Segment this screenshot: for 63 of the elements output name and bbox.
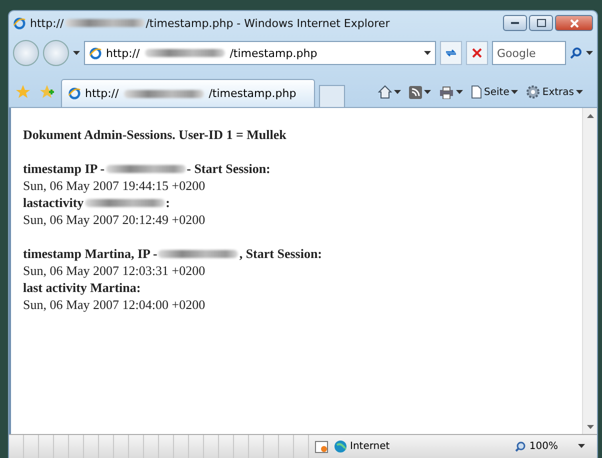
page-text: Sun, 06 May 2007 12:03:31 +0200	[23, 262, 206, 279]
recent-pages-caret-icon	[73, 50, 80, 56]
page-text: , Start Session:	[239, 245, 322, 262]
page-text: - Start Session:	[186, 160, 270, 177]
favorites-star-icon[interactable]	[16, 85, 30, 99]
caret-icon	[424, 50, 431, 56]
browser-tab[interactable]: http:// /timestamp.php	[61, 79, 315, 107]
title-text: http://	[30, 16, 64, 30]
minimize-button[interactable]	[503, 15, 527, 31]
maximize-icon	[536, 19, 546, 27]
print-button[interactable]	[439, 86, 464, 98]
refresh-icon	[445, 48, 457, 58]
page-text: :	[166, 194, 170, 211]
title-text: /timestamp.php - Windows Internet Explorer	[146, 16, 390, 30]
printer-icon	[439, 86, 454, 98]
caret-icon	[394, 90, 402, 94]
zoom-button[interactable]: 100%	[511, 441, 589, 452]
page-text: Sun, 06 May 2007 12:04:00 +0200	[23, 296, 206, 313]
page-text: timestamp IP -	[23, 160, 105, 177]
close-button[interactable]	[555, 15, 593, 31]
home-button[interactable]	[378, 85, 402, 99]
gear-icon	[526, 85, 540, 99]
address-text: /timestamp.php	[230, 46, 318, 60]
tab-title: http://	[85, 87, 119, 100]
page-icon	[471, 85, 482, 99]
zone-status: Internet	[334, 440, 390, 453]
feed-button[interactable]	[409, 86, 432, 98]
page-text: timestamp Martina, IP -	[23, 245, 158, 262]
tab-title: /timestamp.php	[208, 87, 296, 100]
scrollbar[interactable]	[582, 108, 597, 434]
close-icon	[570, 18, 578, 28]
caret-icon	[576, 90, 583, 94]
caret-icon	[424, 90, 432, 94]
search-field[interactable]: Google	[492, 41, 566, 65]
stop-button[interactable]	[466, 41, 488, 65]
page-text: last activity Martina:	[23, 279, 141, 296]
caret-icon	[456, 90, 464, 94]
stop-icon	[472, 48, 482, 58]
browser-logo-icon	[13, 16, 26, 30]
scroll-up-icon[interactable]	[586, 114, 594, 118]
address-text: http://	[106, 46, 140, 60]
page-text: Sun, 06 May 2007 19:44:15 +0200	[23, 177, 206, 194]
page-button[interactable]: Seite	[471, 85, 518, 99]
caret-icon	[586, 50, 593, 56]
protected-mode-icon	[315, 440, 328, 452]
browser-logo-icon	[68, 87, 81, 100]
home-icon	[378, 85, 392, 99]
search-icon[interactable]	[570, 47, 582, 59]
page-text: Dokument Admin-Sessions. User-ID 1 = Mullek	[23, 126, 286, 143]
refresh-button[interactable]	[440, 41, 462, 65]
address-field[interactable]: http:// /timestamp.php	[84, 41, 436, 65]
caret-icon	[578, 444, 585, 449]
globe-icon	[334, 440, 347, 453]
maximize-button[interactable]	[529, 15, 553, 31]
caret-icon	[511, 90, 518, 94]
page-text: Sun, 06 May 2007 20:12:49 +0200	[23, 211, 206, 228]
tools-button[interactable]: Extras	[526, 85, 583, 99]
scroll-down-icon[interactable]	[586, 424, 594, 428]
page-text: lastactivity	[23, 194, 84, 211]
minimize-icon	[511, 22, 519, 24]
zoom-icon	[515, 441, 526, 452]
browser-logo-icon	[89, 46, 102, 60]
feed-icon	[409, 86, 422, 98]
